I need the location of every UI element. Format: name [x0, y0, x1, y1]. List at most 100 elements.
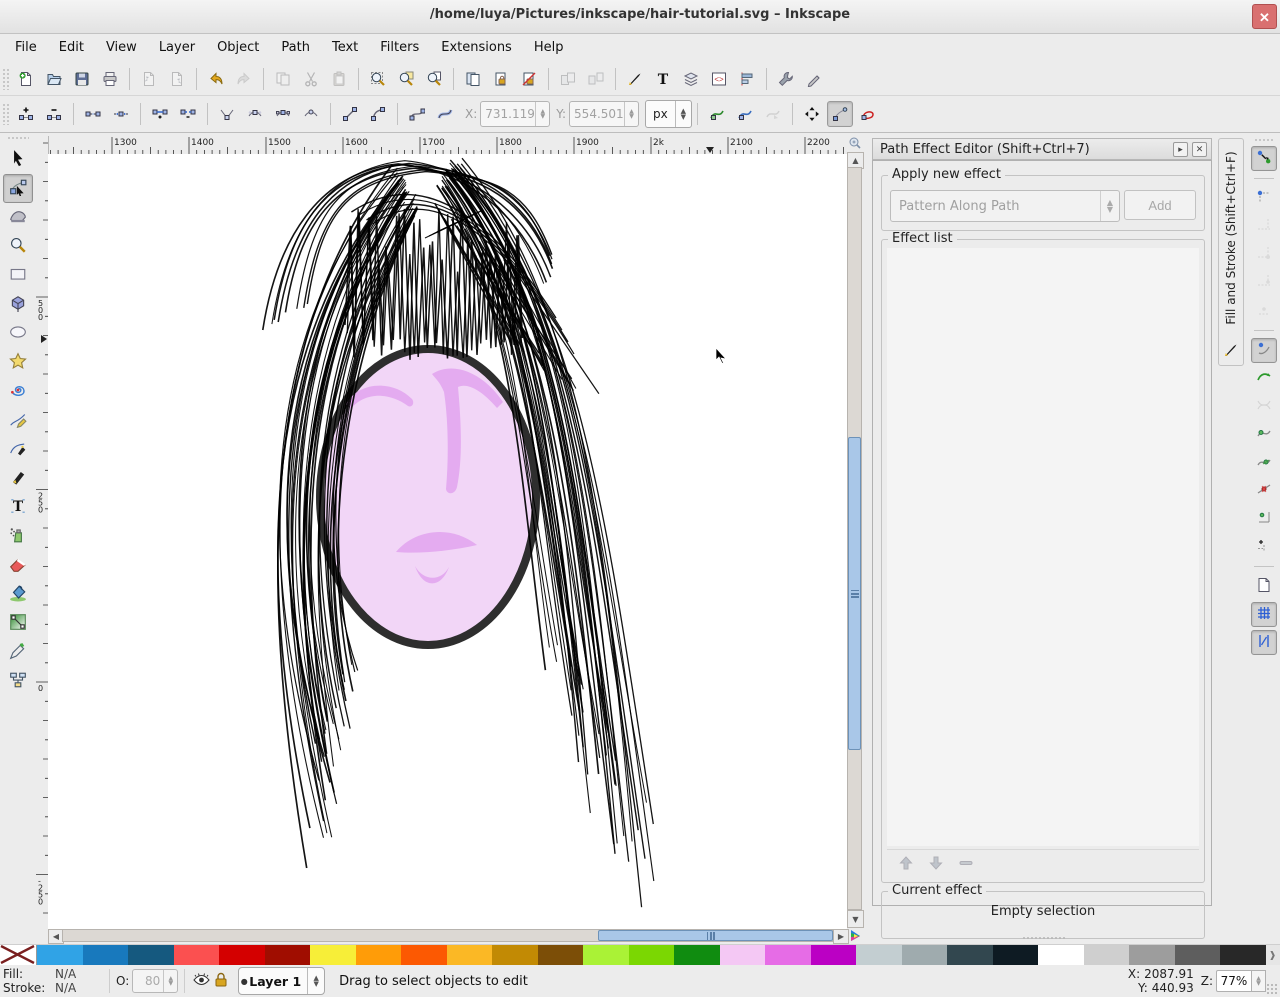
palette-swatch[interactable] [629, 945, 675, 966]
effect-remove-button[interactable] [955, 853, 977, 875]
dropper-tool[interactable] [3, 638, 33, 667]
text-tool[interactable]: T [3, 493, 33, 522]
next-lpe-parameter-button[interactable] [760, 101, 786, 127]
print-button[interactable] [97, 66, 123, 92]
palette-swatch[interactable] [720, 945, 766, 966]
segment-to-line-button[interactable] [337, 101, 363, 127]
layers-dialog-button[interactable] [678, 66, 704, 92]
palette-swatch[interactable] [947, 945, 993, 966]
palette-swatch[interactable] [37, 945, 83, 966]
ellipse-tool[interactable] [3, 319, 33, 348]
selector-tool[interactable] [3, 145, 33, 174]
panel-header[interactable]: Path Effect Editor (Shift+Ctrl+7) ▸ ✕ [872, 138, 1212, 160]
insert-node-button[interactable] [13, 101, 39, 127]
palette-swatch[interactable] [128, 945, 174, 966]
panel-menu-button[interactable]: ▸ [1173, 142, 1188, 157]
effect-up-button[interactable] [895, 853, 917, 875]
copy-button[interactable] [270, 66, 296, 92]
ungroup-button[interactable] [583, 66, 609, 92]
cut-button[interactable] [298, 66, 324, 92]
connector-tool[interactable] [3, 667, 33, 696]
xml-editor-button[interactable]: <> [706, 66, 732, 92]
stroke-to-path-button[interactable] [432, 101, 458, 127]
zoom-control[interactable]: Z: 77% ▲▼ [1198, 970, 1266, 992]
menu-view[interactable]: View [95, 36, 148, 59]
panel-resize-handle[interactable] [1022, 936, 1066, 941]
snap-grid-toggle[interactable] [1251, 602, 1277, 627]
pencil-tool[interactable] [3, 406, 33, 435]
snap-guides-toggle[interactable] [1251, 630, 1277, 655]
toolbox-drag-handle[interactable] [7, 136, 29, 141]
unlink-clone-button[interactable] [516, 66, 542, 92]
canvas[interactable] [48, 154, 847, 929]
snap-master-toggle[interactable] [1251, 146, 1277, 171]
snap-page-border-toggle[interactable] [1251, 574, 1277, 599]
palette-swatch[interactable] [1084, 945, 1130, 966]
snap-bbox-corners-toggle[interactable] [1251, 242, 1277, 267]
snap-toolbar-drag-handle[interactable] [1254, 138, 1274, 143]
unit-combo[interactable]: px ▲▼ [645, 100, 692, 128]
auto-node-button[interactable] [298, 101, 324, 127]
edit-mask-button[interactable] [732, 101, 758, 127]
redo-button[interactable] [231, 66, 257, 92]
smooth-node-button[interactable] [242, 101, 268, 127]
opacity-spinner[interactable]: ▲▼ [163, 970, 177, 992]
menu-help[interactable]: Help [523, 36, 575, 59]
export-button[interactable] [164, 66, 190, 92]
snap-bbox-edges-toggle[interactable] [1251, 214, 1277, 239]
layer-selector[interactable]: ● Layer 1 ▲▼ [238, 967, 325, 995]
paint-bucket-tool[interactable] [3, 580, 33, 609]
x-spinner[interactable]: ▲▼ [535, 102, 549, 126]
window-close-button[interactable]: ✕ [1252, 4, 1277, 29]
preferences-button[interactable] [773, 66, 799, 92]
palette-swatch[interactable] [447, 945, 493, 966]
palette-swatch[interactable] [1129, 945, 1175, 966]
symmetric-node-button[interactable] [270, 101, 296, 127]
snap-bbox-centers-toggle[interactable] [1251, 298, 1277, 323]
palette-swatch[interactable] [993, 945, 1039, 966]
palette-swatch[interactable] [674, 945, 720, 966]
delete-node-button[interactable] [41, 101, 67, 127]
node-tool[interactable] [3, 174, 33, 203]
horizontal-ruler[interactable]: 13001400150016001700180019002k21002200 [48, 136, 846, 155]
window-resize-grip[interactable] [1266, 983, 1278, 995]
document-properties-button[interactable] [801, 66, 827, 92]
palette-swatch[interactable] [811, 945, 857, 966]
show-path-outline-button[interactable] [855, 101, 881, 127]
palette-swatch[interactable] [1175, 945, 1221, 966]
menu-layer[interactable]: Layer [148, 36, 206, 59]
show-transform-handles-button[interactable] [799, 101, 825, 127]
y-spinner[interactable]: ▲▼ [624, 102, 638, 126]
fill-stroke-dialog-button[interactable] [622, 66, 648, 92]
box3d-tool[interactable] [3, 290, 33, 319]
palette-swatch[interactable] [83, 945, 129, 966]
snap-bbox-edge-midpoints-toggle[interactable] [1251, 270, 1277, 295]
palette-scroll-arrow[interactable]: ❱ [1266, 945, 1280, 966]
align-dialog-button[interactable] [734, 66, 760, 92]
snap-to-paths-toggle[interactable] [1251, 366, 1277, 391]
vertical-scroll-down-button[interactable]: ▼ [847, 910, 864, 928]
menu-path[interactable]: Path [270, 36, 321, 59]
horizontal-scroll-right-button[interactable]: ▶ [833, 929, 849, 944]
gradient-tool[interactable] [3, 609, 33, 638]
add-effect-button[interactable]: Add [1124, 190, 1196, 220]
duplicate-button[interactable] [460, 66, 486, 92]
group-button[interactable] [555, 66, 581, 92]
eraser-tool[interactable] [3, 551, 33, 580]
join-nodes-button[interactable] [80, 101, 106, 127]
y-coordinate-field[interactable]: 554.501 ▲▼ [569, 101, 639, 127]
snap-smooth-nodes-toggle[interactable] [1251, 450, 1277, 475]
corner-node-button[interactable] [214, 101, 240, 127]
palette-swatch[interactable] [538, 945, 584, 966]
star-tool[interactable] [3, 348, 33, 377]
clone-button[interactable] [488, 66, 514, 92]
palette-swatch[interactable] [1220, 945, 1266, 966]
layer-lock-icon[interactable] [214, 972, 228, 990]
effect-down-button[interactable] [925, 853, 947, 875]
palette-swatch[interactable] [1038, 945, 1084, 966]
layer-visibility-icon[interactable] [193, 973, 210, 990]
object-to-path-button[interactable] [404, 101, 430, 127]
cms-toggle-icon[interactable] [849, 929, 862, 945]
tweak-tool[interactable] [3, 203, 33, 232]
snap-nodes-toggle[interactable] [1251, 338, 1277, 363]
